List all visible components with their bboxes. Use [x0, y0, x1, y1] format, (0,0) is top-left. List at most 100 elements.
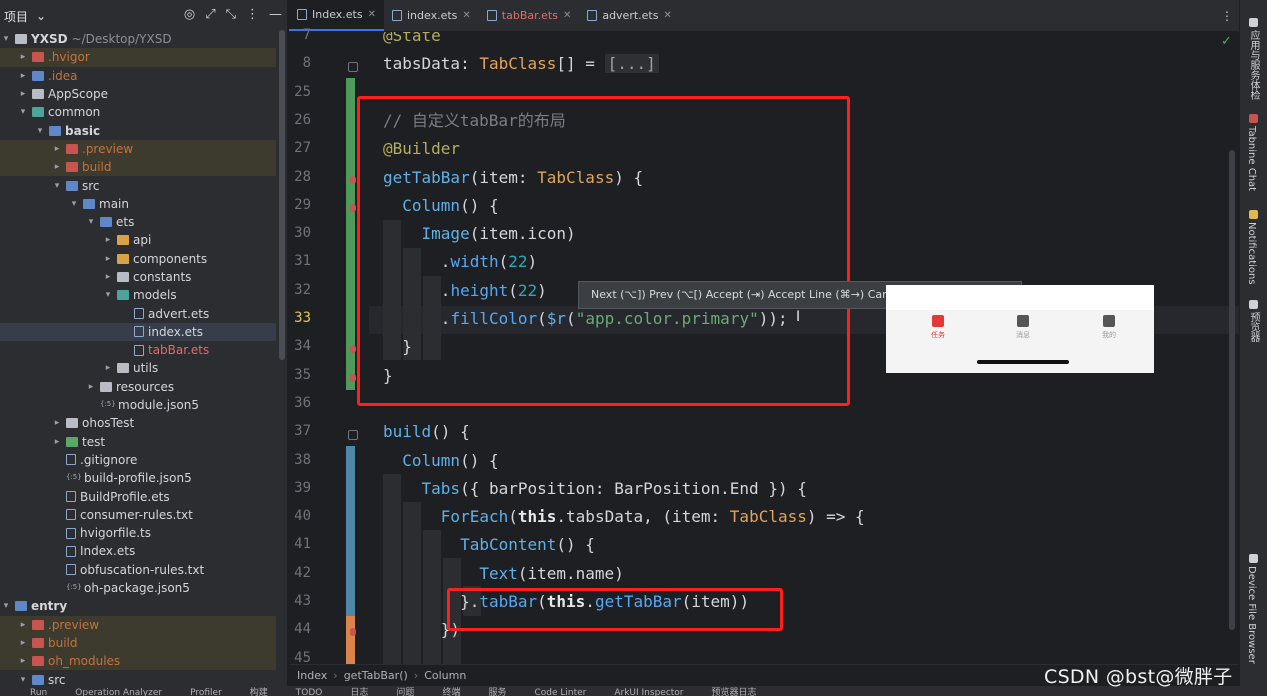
project-panel-title[interactable]: 项目: [4, 8, 28, 25]
code-line[interactable]: @State: [383, 32, 441, 50]
chevron-right-icon[interactable]: ▸: [102, 272, 114, 282]
tree-item[interactable]: ▸ constants: [0, 268, 276, 286]
fold-toggle-icon[interactable]: [348, 62, 358, 73]
editor-tab[interactable]: tabBar.ets ✕: [479, 0, 580, 31]
editor-tab[interactable]: advert.ets ✕: [579, 0, 680, 31]
fold-toggle-icon[interactable]: [348, 430, 358, 441]
bottom-tool-item[interactable]: Run: [30, 686, 47, 696]
bottom-tool-item[interactable]: Profiler: [190, 686, 222, 696]
tree-item[interactable]: tabBar.ets: [0, 341, 276, 359]
chevron-right-icon[interactable]: ▸: [102, 254, 114, 264]
bottom-tool-item[interactable]: ArkUI Inspector: [614, 686, 683, 696]
editor-scrollbar[interactable]: [1229, 150, 1235, 630]
bottom-tool-item[interactable]: 构建: [250, 686, 268, 696]
tree-item[interactable]: ▸ .preview: [0, 139, 276, 159]
tree-item[interactable]: {:5} module.json5: [0, 396, 276, 414]
tool-window-1[interactable]: 应用与服务体检: [1246, 30, 1261, 100]
chevron-right-icon[interactable]: ▸: [17, 71, 29, 81]
tree-item[interactable]: ▾ entry: [0, 597, 276, 615]
tree-item[interactable]: {:5} build-profile.json5: [0, 469, 276, 487]
tree-item[interactable]: ▸ .preview: [0, 615, 276, 634]
tool-window-5[interactable]: Device File Browser: [1246, 566, 1257, 664]
tabnine-icon[interactable]: [1249, 114, 1258, 123]
tree-item[interactable]: advert.ets: [0, 304, 276, 322]
tree-item[interactable]: ▾ main: [0, 195, 276, 213]
tree-item[interactable]: BuildProfile.ets: [0, 487, 276, 505]
close-icon[interactable]: ✕: [663, 10, 671, 21]
inspection-ok-icon[interactable]: ✓: [1221, 34, 1232, 49]
code-line[interactable]: Tabs({ barPosition: BarPosition.End }) {: [383, 475, 807, 503]
chevron-down-icon[interactable]: ▾: [34, 126, 46, 136]
tree-item[interactable]: ▸ .idea: [0, 67, 276, 85]
tree-item[interactable]: ▾ YXSD ~/Desktop/YXSD: [0, 30, 276, 48]
chevron-down-icon[interactable]: ▾: [0, 34, 12, 44]
bottom-tool-item[interactable]: 问题: [396, 686, 414, 696]
breadcrumb-item[interactable]: Column: [424, 669, 466, 682]
health-check-icon[interactable]: [1249, 18, 1258, 27]
bottom-tool-item[interactable]: Operation Analyzer: [75, 686, 162, 696]
device-icon[interactable]: [1249, 554, 1258, 563]
chevron-right-icon[interactable]: ▸: [51, 418, 63, 428]
code-line[interactable]: TabContent() {: [383, 531, 595, 559]
tree-item[interactable]: .gitignore: [0, 451, 276, 469]
chevron-down-icon[interactable]: ▾: [17, 107, 29, 117]
tree-item[interactable]: obfuscation-rules.txt: [0, 561, 276, 579]
tree-item[interactable]: ▾ models: [0, 286, 276, 304]
chevron-down-icon[interactable]: ⌄: [36, 9, 46, 23]
editor-tab[interactable]: index.ets ✕: [384, 0, 479, 31]
chevron-right-icon[interactable]: ▸: [51, 437, 63, 447]
tree-item[interactable]: ▸ test: [0, 433, 276, 451]
breadcrumb-item[interactable]: Index: [297, 669, 327, 682]
tree-item[interactable]: ▸ AppScope: [0, 85, 276, 103]
tree-item[interactable]: ▸ oh_modules: [0, 652, 276, 671]
tree-item[interactable]: {:5} oh-package.json5: [0, 579, 276, 597]
tree-item[interactable]: ▸ resources: [0, 378, 276, 396]
code-line[interactable]: Text(item.name): [383, 560, 624, 588]
breakpoint-icon[interactable]: [350, 628, 356, 637]
code-line[interactable]: ForEach(this.tabsData, (item: TabClass) …: [383, 503, 865, 531]
bottom-tool-item[interactable]: 终端: [442, 686, 460, 696]
chevron-down-icon[interactable]: ▾: [68, 199, 80, 209]
bell-icon[interactable]: [1249, 210, 1258, 219]
bottom-tool-item[interactable]: 预览器日志: [712, 686, 757, 696]
tool-window-4[interactable]: 预览器: [1246, 312, 1261, 342]
tree-item[interactable]: ▾ ets: [0, 213, 276, 231]
tree-item[interactable]: ▸ build: [0, 633, 276, 653]
tree-item[interactable]: Index.ets: [0, 542, 276, 560]
tree-item[interactable]: ▸ utils: [0, 359, 276, 377]
tree-item[interactable]: ▾ common: [0, 103, 276, 121]
tree-item[interactable]: ▸ components: [0, 250, 276, 268]
change-marker-conflict[interactable]: [346, 616, 355, 664]
bottom-tool-item[interactable]: 日志: [350, 686, 368, 696]
tree-item[interactable]: ▾ src: [0, 176, 276, 194]
more-options-icon[interactable]: ⋮: [246, 7, 259, 22]
breakpoint-icon[interactable]: [350, 203, 356, 212]
breadcrumb-item[interactable]: getTabBar(): [344, 669, 408, 682]
tree-item[interactable]: ▸ .hvigor: [0, 48, 276, 67]
chevron-down-icon[interactable]: ▾: [51, 181, 63, 191]
tree-item[interactable]: ▸ api: [0, 231, 276, 249]
locate-icon[interactable]: ◎: [184, 7, 195, 22]
chevron-right-icon[interactable]: ▸: [85, 382, 97, 392]
chevron-right-icon[interactable]: ▸: [102, 363, 114, 373]
chevron-down-icon[interactable]: ▾: [17, 675, 29, 685]
tool-window-2[interactable]: Tabnine Chat: [1246, 126, 1257, 191]
breakpoint-icon[interactable]: [350, 175, 356, 184]
chevron-down-icon[interactable]: ▾: [102, 290, 114, 300]
bottom-tool-item[interactable]: Code Linter: [534, 686, 586, 696]
chevron-right-icon[interactable]: ▸: [51, 144, 63, 154]
tree-item[interactable]: ▾ basic: [0, 121, 276, 139]
chevron-right-icon[interactable]: ▸: [102, 235, 114, 245]
expand-all-icon[interactable]: ⤢: [205, 7, 215, 22]
change-marker-added[interactable]: [346, 78, 355, 390]
bottom-tool-item[interactable]: 服务: [488, 686, 506, 696]
more-tabs-icon[interactable]: ⋮: [1221, 9, 1233, 23]
tree-item[interactable]: consumer-rules.txt: [0, 506, 276, 524]
chevron-right-icon[interactable]: ▸: [17, 89, 29, 99]
chevron-right-icon[interactable]: ▸: [17, 620, 29, 630]
tree-item[interactable]: ▸ ohosTest: [0, 414, 276, 432]
breakpoint-icon[interactable]: [350, 373, 356, 382]
breakpoint-icon[interactable]: [350, 345, 356, 354]
close-icon[interactable]: ✕: [368, 9, 376, 20]
hide-panel-icon[interactable]: —: [269, 7, 282, 22]
